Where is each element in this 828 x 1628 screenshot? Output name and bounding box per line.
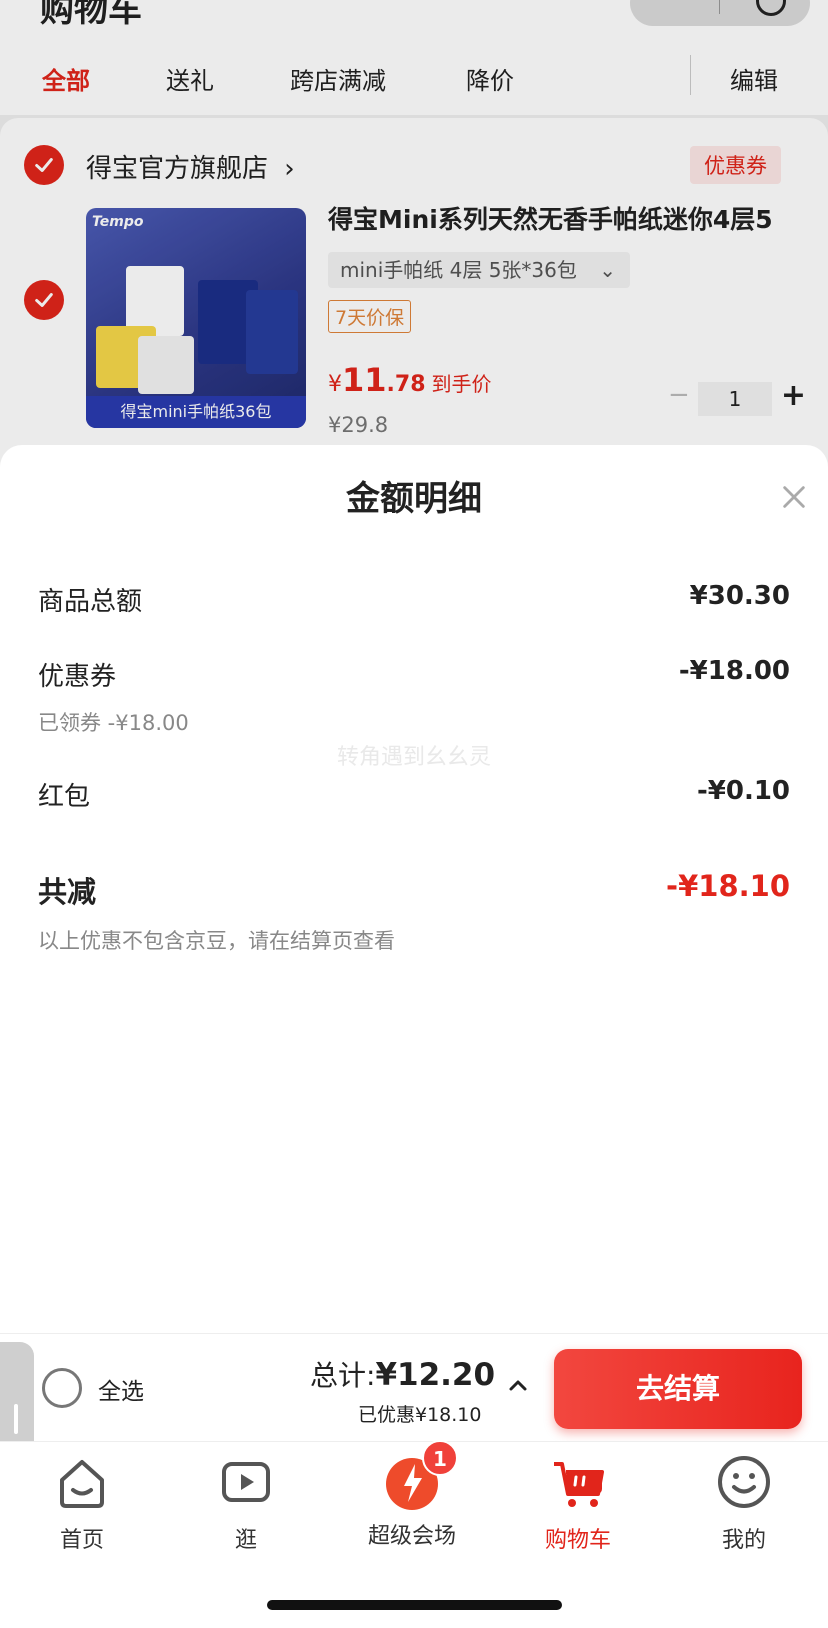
product-image[interactable]: Tempo 得宝mini手帕纸36包 — [86, 208, 306, 428]
tab-cart[interactable]: 购物车 — [518, 1452, 638, 1554]
total-prefix: 总计: — [310, 1359, 376, 1392]
check-icon — [35, 293, 53, 307]
cart-filter-tabs: 全部 送礼 跨店满减 降价 编辑 — [0, 55, 828, 100]
goods-total-value: ¥30.30 — [689, 581, 790, 611]
edit-button[interactable]: 编辑 — [730, 61, 778, 96]
tab-all[interactable]: 全部 — [42, 61, 90, 96]
sheet-title: 金额明细 — [346, 479, 482, 519]
coupon-label: 优惠券 — [38, 662, 117, 692]
notification-badge: 1 — [422, 1440, 458, 1476]
cart-header: 购物车 全部 送礼 跨店满减 降价 编辑 — [0, 0, 828, 115]
price-decimal: .78 — [386, 372, 426, 397]
increase-button[interactable]: + — [781, 378, 806, 413]
checkout-bar: 全选 总计:¥12.20 已优惠¥18.10 去结算 — [0, 1333, 828, 1441]
product-checkbox[interactable] — [24, 280, 64, 320]
chevron-up-icon[interactable] — [506, 1374, 530, 1398]
price-currency: ¥ — [328, 372, 342, 397]
price-guarantee-badge: 7天价保 — [328, 300, 412, 333]
quantity-stepper: − 1 + — [660, 378, 810, 416]
total-amount: ¥12.20 — [375, 1357, 496, 1393]
coupon-tag[interactable]: 优惠券 — [690, 146, 781, 184]
cart-title: 购物车 — [40, 0, 142, 30]
shop-name-link[interactable]: 得宝官方旗舰店 › — [86, 148, 295, 185]
tab-gift[interactable]: 送礼 — [166, 61, 214, 96]
saved-amount: 已优惠¥18.10 — [358, 1404, 482, 1426]
super-venue-icon-wrap: 1 — [382, 1440, 458, 1512]
pill-divider — [719, 0, 720, 14]
product-spec: mini手帕纸 4层 5张*36包 — [340, 258, 577, 282]
shop-name: 得宝官方旗舰店 — [86, 154, 269, 184]
original-price: ¥29.8 — [328, 413, 389, 437]
price-tip: 到手价 — [431, 372, 492, 396]
red-packet-value: -¥0.10 — [696, 776, 790, 806]
home-icon — [60, 1460, 104, 1508]
check-icon — [35, 158, 53, 172]
final-price: ¥11.78 到手价 — [328, 361, 492, 399]
cart-page-background: 购物车 全部 送礼 跨店满减 降价 编辑 得宝官方旗舰店 › 优惠券 Tempo — [0, 0, 828, 478]
discount-note: 以上优惠不包含京豆，请在结算页查看 — [38, 929, 395, 953]
decrease-button[interactable]: − — [668, 380, 690, 410]
chevron-down-icon: ⌄ — [599, 258, 616, 282]
amount-detail-sheet: 金额明细 商品总额 ¥30.30 优惠券 -¥18.00 已领券 -¥18.00… — [0, 445, 828, 1335]
tab-super-venue-label: 超级会场 — [367, 1524, 456, 1549]
cart-icon — [554, 1462, 604, 1507]
goods-total-label: 商品总额 — [38, 587, 143, 617]
product-image-brand: Tempo — [92, 214, 144, 230]
shop-checkbox[interactable] — [24, 145, 64, 185]
header-actions-pill[interactable] — [630, 0, 810, 26]
close-icon[interactable] — [780, 483, 808, 511]
coupon-value: -¥18.00 — [678, 656, 790, 686]
total-reduce-label: 共减 — [38, 875, 97, 909]
product-title[interactable]: 得宝Mini系列天然无香手帕纸迷你4层5 — [328, 200, 773, 236]
tab-browse-label: 逛 — [234, 1528, 257, 1553]
coupon-sub: 已领券 -¥18.00 — [38, 711, 189, 735]
tab-mine-label: 我的 — [721, 1528, 766, 1553]
total-price: 总计:¥12.20 — [310, 1354, 495, 1394]
tab-cross-store-discount[interactable]: 跨店满减 — [290, 61, 386, 96]
product-image-caption: 得宝mini手帕纸36包 — [86, 396, 306, 428]
quantity-input[interactable]: 1 — [698, 382, 772, 416]
select-all-label[interactable]: 全选 — [98, 1372, 144, 1406]
watermark: 转角遇到幺幺灵 — [336, 745, 491, 770]
handle-grip — [14, 1404, 18, 1434]
product-spec-selector[interactable]: mini手帕纸 4层 5张*36包 ⌄ — [328, 252, 630, 288]
tab-super-venue[interactable]: 1 超级会场 — [352, 1440, 472, 1550]
video-play-icon — [222, 1462, 270, 1502]
tab-home[interactable]: 首页 — [22, 1452, 142, 1554]
home-indicator — [267, 1600, 562, 1610]
tab-price-drop[interactable]: 降价 — [466, 61, 514, 96]
total-reduce-value: -¥18.10 — [666, 869, 790, 903]
tab-mine[interactable]: 我的 — [684, 1452, 804, 1554]
price-integer: 11 — [342, 361, 387, 399]
tab-browse[interactable]: 逛 — [186, 1452, 306, 1554]
chevron-right-icon: › — [284, 154, 295, 184]
checkout-button[interactable]: 去结算 — [554, 1349, 802, 1429]
tab-divider — [690, 55, 691, 95]
smiley-face-icon — [718, 1456, 770, 1508]
more-circle-icon[interactable] — [756, 0, 786, 16]
tab-home-label: 首页 — [59, 1528, 104, 1553]
select-all-radio[interactable] — [42, 1368, 82, 1408]
red-packet-label: 红包 — [38, 782, 91, 812]
tab-cart-label: 购物车 — [544, 1528, 611, 1553]
shop-card: 得宝官方旗舰店 › 优惠券 Tempo 得宝mini手帕纸36包 得宝Mini系… — [0, 118, 828, 478]
